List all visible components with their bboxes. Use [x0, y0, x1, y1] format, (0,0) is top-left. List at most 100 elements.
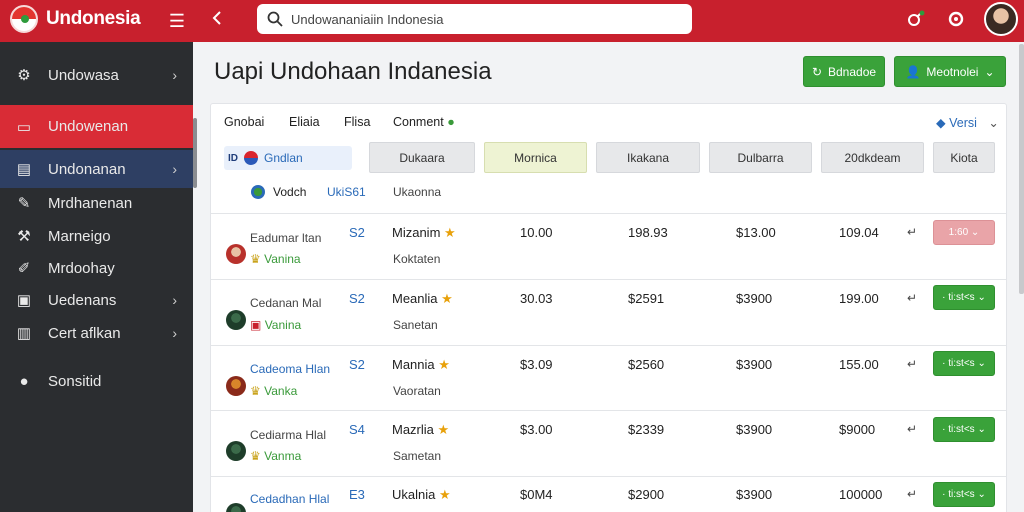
sidebar-item-label: Sonsitid: [48, 372, 102, 390]
sidebar-item-undonanan[interactable]: ▤ Undonanan ›: [0, 150, 193, 188]
brand-name: Undonesia: [46, 8, 141, 29]
row-action-button[interactable]: · ti:st<s ⌄: [933, 351, 995, 376]
filter-tab-flisa[interactable]: Flisa: [344, 115, 370, 129]
row-value-2: $2900: [628, 487, 665, 502]
meotnolei-button[interactable]: 👤 Meotnolei ⌄: [894, 56, 1006, 87]
row-action-button[interactable]: · ti:st<s ⌄: [933, 285, 995, 310]
row-note: Koktaten: [393, 252, 441, 266]
row-sub: ♛ Vanka: [250, 384, 298, 398]
sidebar-item-mrdoohay[interactable]: ✐ Mrdoohay: [0, 255, 193, 281]
crown-icon: ♛: [250, 384, 261, 398]
row-arrow-icon: ↵: [907, 487, 918, 501]
settings-icon[interactable]: [944, 9, 968, 33]
chip-20dkdeam[interactable]: 20dkdeam: [821, 142, 924, 173]
bdnadoe-button[interactable]: ↻ Bdnadoe: [803, 56, 885, 87]
sub-label-vodch: Vodch: [273, 185, 307, 199]
sidebar-item-uedenans[interactable]: ▣ Uedenans ›: [0, 287, 193, 313]
region-selector[interactable]: ID Gndlan: [224, 146, 352, 170]
row-value-4: 100000: [839, 487, 883, 502]
crown-icon: ♛: [250, 252, 261, 266]
brand[interactable]: Undonesia: [10, 5, 141, 33]
gear-icon: ⚙: [17, 67, 31, 84]
sidebar-item-label: Undonanan: [48, 160, 126, 178]
row-code: E3: [349, 487, 365, 502]
chip-mornica[interactable]: Mornica: [484, 142, 587, 173]
versi-dropdown[interactable]: ◆ Versi ⌄: [936, 115, 999, 130]
row-code: S2: [349, 225, 365, 240]
sidebar-item-label: Marneigo: [48, 227, 111, 245]
chip-dulbarra[interactable]: Dulbarra: [709, 142, 812, 173]
row-value-1: $3.09: [520, 357, 553, 372]
row-value-3: $3900: [736, 357, 773, 372]
row-value-4: 109.04: [839, 225, 879, 240]
wrench-icon: ✎: [17, 195, 31, 212]
sidebar-item-label: Cert aflkan: [48, 324, 121, 342]
page-scrollbar[interactable]: [1019, 44, 1024, 294]
filter-tab-label: Conment: [393, 115, 444, 129]
flag-icon: [244, 151, 258, 165]
row-code: S4: [349, 422, 365, 437]
sidebar-item-sonsitid[interactable]: ● Sonsitid: [0, 368, 193, 394]
circle-icon: ●: [19, 372, 29, 390]
row-action-button[interactable]: · ti:st<s ⌄: [933, 482, 995, 507]
star-icon: ★: [441, 291, 453, 306]
sidebar-item-label: Undowasa: [48, 66, 119, 84]
sidebar-item-label: Mrdhanenan: [48, 194, 133, 212]
sub-label-code: UkiS61: [327, 185, 366, 199]
row-arrow-icon: ↵: [907, 225, 918, 239]
row-product: Mazrlia ★: [392, 422, 450, 437]
row-action-button[interactable]: 1:60 ⌄: [933, 220, 995, 245]
notification-icon[interactable]: [904, 9, 928, 33]
user-icon: 👤: [905, 64, 921, 79]
globe-icon: [251, 185, 265, 199]
row-product: Ukalnia ★: [392, 487, 451, 502]
chip-ikakana[interactable]: Ikakana: [596, 142, 700, 173]
row-arrow-icon: ↵: [907, 422, 918, 436]
sidebar-item-undowenan[interactable]: ▭ Undowenan: [0, 105, 193, 148]
row-arrow-icon: ↵: [907, 291, 918, 305]
top-bar: Undonesia ☰: [0, 0, 1024, 42]
row-note: Sametan: [393, 449, 442, 463]
chevron-down-icon: ⌄: [988, 116, 999, 130]
sidebar-item-cert-aflkan[interactable]: ▥ Cert aflkan ›: [0, 320, 193, 346]
row-sub: ▣ Vanina: [250, 318, 302, 332]
sidebar-item-mrdhanenan[interactable]: ✎ Mrdhanenan: [0, 190, 193, 216]
filter-tab-gnobai[interactable]: Gnobai: [224, 115, 264, 129]
chevron-right-icon: ›: [172, 325, 177, 341]
sidebar-item-marneigo[interactable]: ⚒ Marneigo: [0, 223, 193, 249]
row-thumbnail: [226, 310, 246, 330]
star-icon: ★: [438, 357, 450, 372]
search-input[interactable]: [291, 11, 671, 27]
crown-icon: ♛: [250, 449, 261, 463]
search-bar[interactable]: [257, 4, 692, 34]
row-arrow-icon: ↵: [907, 357, 918, 371]
row-value-1: 30.03: [520, 291, 553, 306]
back-icon[interactable]: [206, 9, 230, 33]
row-action-button[interactable]: · ti:st<s ⌄: [933, 417, 995, 442]
filter-tab-conment[interactable]: Conment ●: [393, 115, 455, 129]
id-icon: ID: [228, 152, 238, 164]
menu-icon[interactable]: ☰: [165, 9, 189, 33]
row-value-3: $3900: [736, 291, 773, 306]
versi-label: Versi: [949, 116, 977, 130]
row-name: Eadumar ltan: [250, 231, 322, 245]
chip-kiota[interactable]: Kiota: [933, 142, 995, 173]
refresh-icon: ↻: [811, 64, 822, 79]
chip-dukaara[interactable]: Dukaara: [369, 142, 475, 173]
window-icon: ▭: [16, 118, 32, 136]
diamond-icon: ◆: [936, 116, 946, 130]
gift-icon: ▣: [250, 318, 262, 332]
row-value-3: $13.00: [736, 225, 776, 240]
search-icon: [267, 11, 283, 27]
filter-tab-eliaia[interactable]: Eliaia: [289, 115, 320, 129]
row-name: Cedadhan Hlal: [250, 492, 330, 506]
chevron-down-icon: ⌄: [984, 64, 995, 79]
row-code: S2: [349, 357, 365, 372]
row-product: Mannia ★: [392, 357, 450, 372]
sidebar-item-undowasa[interactable]: ⚙ Undowasa ›: [0, 60, 193, 90]
star-icon: ★: [437, 422, 450, 437]
user-avatar[interactable]: [984, 2, 1018, 36]
row-value-3: $3900: [736, 487, 773, 502]
brand-logo: [10, 5, 38, 33]
sidebar-scrollbar[interactable]: [193, 118, 197, 188]
